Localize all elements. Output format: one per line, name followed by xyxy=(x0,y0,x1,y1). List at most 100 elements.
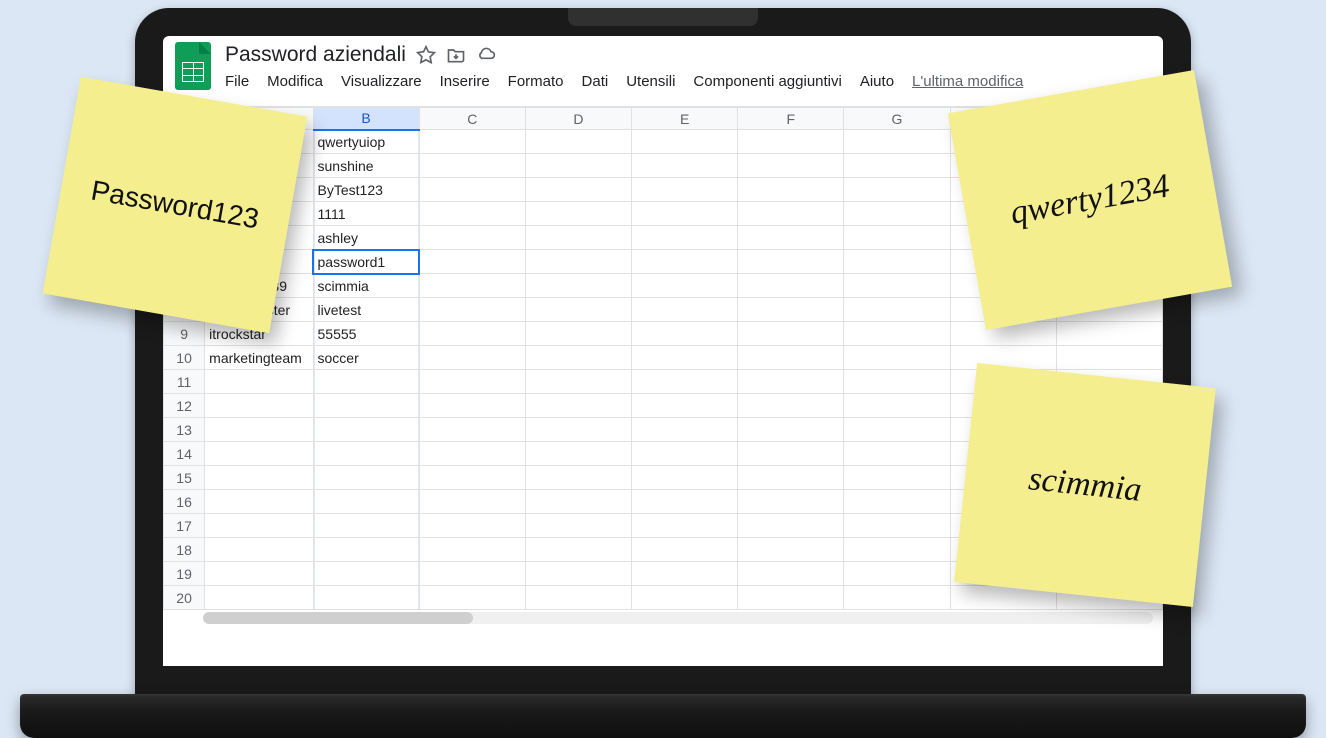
cell[interactable] xyxy=(738,394,844,418)
cell[interactable]: ByTest123 xyxy=(313,178,419,202)
cell[interactable] xyxy=(632,370,738,394)
menu-insert[interactable]: Inserire xyxy=(440,73,490,90)
cell[interactable] xyxy=(419,514,525,538)
cell[interactable]: password1 xyxy=(313,250,419,274)
cell[interactable] xyxy=(844,562,950,586)
cell[interactable] xyxy=(738,298,844,322)
cell[interactable] xyxy=(738,466,844,490)
cell[interactable] xyxy=(525,130,631,154)
cell[interactable] xyxy=(738,250,844,274)
row-header[interactable]: 19 xyxy=(164,562,205,586)
cell[interactable] xyxy=(419,562,525,586)
cell[interactable]: ashley xyxy=(313,226,419,250)
cell[interactable] xyxy=(844,442,950,466)
cell[interactable] xyxy=(844,370,950,394)
cell[interactable] xyxy=(738,130,844,154)
horizontal-scrollbar[interactable] xyxy=(203,612,1153,624)
cell[interactable] xyxy=(844,154,950,178)
cell[interactable] xyxy=(632,154,738,178)
cell[interactable] xyxy=(844,538,950,562)
cell[interactable] xyxy=(632,466,738,490)
cell[interactable] xyxy=(844,226,950,250)
cell[interactable] xyxy=(632,250,738,274)
cell[interactable] xyxy=(525,586,631,610)
column-header-D[interactable]: D xyxy=(525,108,631,130)
cell[interactable] xyxy=(313,538,419,562)
menu-file[interactable]: File xyxy=(225,73,249,90)
cell[interactable] xyxy=(205,394,313,418)
cell[interactable] xyxy=(419,226,525,250)
cell[interactable] xyxy=(313,466,419,490)
cell[interactable] xyxy=(525,346,631,370)
cell[interactable] xyxy=(419,274,525,298)
column-header-B[interactable]: B xyxy=(313,108,419,130)
cell[interactable] xyxy=(313,490,419,514)
cell[interactable] xyxy=(313,562,419,586)
cell[interactable] xyxy=(632,586,738,610)
cell[interactable] xyxy=(738,370,844,394)
cell[interactable] xyxy=(205,418,313,442)
cell[interactable] xyxy=(419,466,525,490)
cell[interactable] xyxy=(525,178,631,202)
cell[interactable] xyxy=(632,226,738,250)
cell[interactable] xyxy=(205,514,313,538)
cell[interactable] xyxy=(525,514,631,538)
cloud-status-icon[interactable] xyxy=(476,45,496,65)
cell[interactable] xyxy=(313,418,419,442)
cell[interactable] xyxy=(738,562,844,586)
cell[interactable] xyxy=(419,130,525,154)
cell[interactable] xyxy=(525,154,631,178)
row-header[interactable]: 14 xyxy=(164,442,205,466)
cell[interactable] xyxy=(419,442,525,466)
cell[interactable] xyxy=(205,466,313,490)
cell[interactable] xyxy=(313,442,419,466)
column-header-E[interactable]: E xyxy=(632,108,738,130)
cell[interactable] xyxy=(313,514,419,538)
cell[interactable] xyxy=(844,346,950,370)
cell[interactable] xyxy=(419,178,525,202)
cell[interactable] xyxy=(844,418,950,442)
horizontal-scrollbar-thumb[interactable] xyxy=(203,612,473,624)
column-header-G[interactable]: G xyxy=(844,108,950,130)
cell[interactable] xyxy=(419,298,525,322)
column-header-F[interactable]: F xyxy=(738,108,844,130)
cell[interactable] xyxy=(632,514,738,538)
cell[interactable] xyxy=(525,298,631,322)
cell[interactable] xyxy=(419,346,525,370)
cell[interactable]: marketingteam xyxy=(205,346,313,370)
cell[interactable] xyxy=(313,370,419,394)
cell[interactable] xyxy=(738,322,844,346)
cell[interactable] xyxy=(313,586,419,610)
cell[interactable] xyxy=(419,490,525,514)
cell[interactable] xyxy=(844,586,950,610)
column-header-C[interactable]: C xyxy=(419,108,525,130)
row-header[interactable]: 16 xyxy=(164,490,205,514)
menu-addons[interactable]: Componenti aggiuntivi xyxy=(693,73,841,90)
cell[interactable] xyxy=(738,586,844,610)
cell[interactable] xyxy=(205,538,313,562)
cell[interactable] xyxy=(738,514,844,538)
cell[interactable] xyxy=(844,490,950,514)
cell[interactable] xyxy=(525,250,631,274)
cell[interactable] xyxy=(205,442,313,466)
cell[interactable] xyxy=(738,178,844,202)
cell[interactable] xyxy=(525,562,631,586)
cell[interactable]: qwertyuiop xyxy=(313,130,419,154)
doc-title[interactable]: Password aziendali xyxy=(225,43,406,67)
menu-help[interactable]: Aiuto xyxy=(860,73,894,90)
cell[interactable] xyxy=(525,370,631,394)
cell[interactable] xyxy=(525,418,631,442)
cell[interactable] xyxy=(632,394,738,418)
cell[interactable] xyxy=(205,370,313,394)
cell[interactable] xyxy=(844,274,950,298)
cell[interactable] xyxy=(1056,346,1162,370)
cell[interactable] xyxy=(525,442,631,466)
cell[interactable] xyxy=(844,130,950,154)
row-header[interactable]: 17 xyxy=(164,514,205,538)
menu-format[interactable]: Formato xyxy=(508,73,564,90)
cell[interactable] xyxy=(632,562,738,586)
cell[interactable] xyxy=(205,490,313,514)
row-header[interactable]: 9 xyxy=(164,322,205,346)
cell[interactable] xyxy=(632,202,738,226)
row-header[interactable]: 12 xyxy=(164,394,205,418)
